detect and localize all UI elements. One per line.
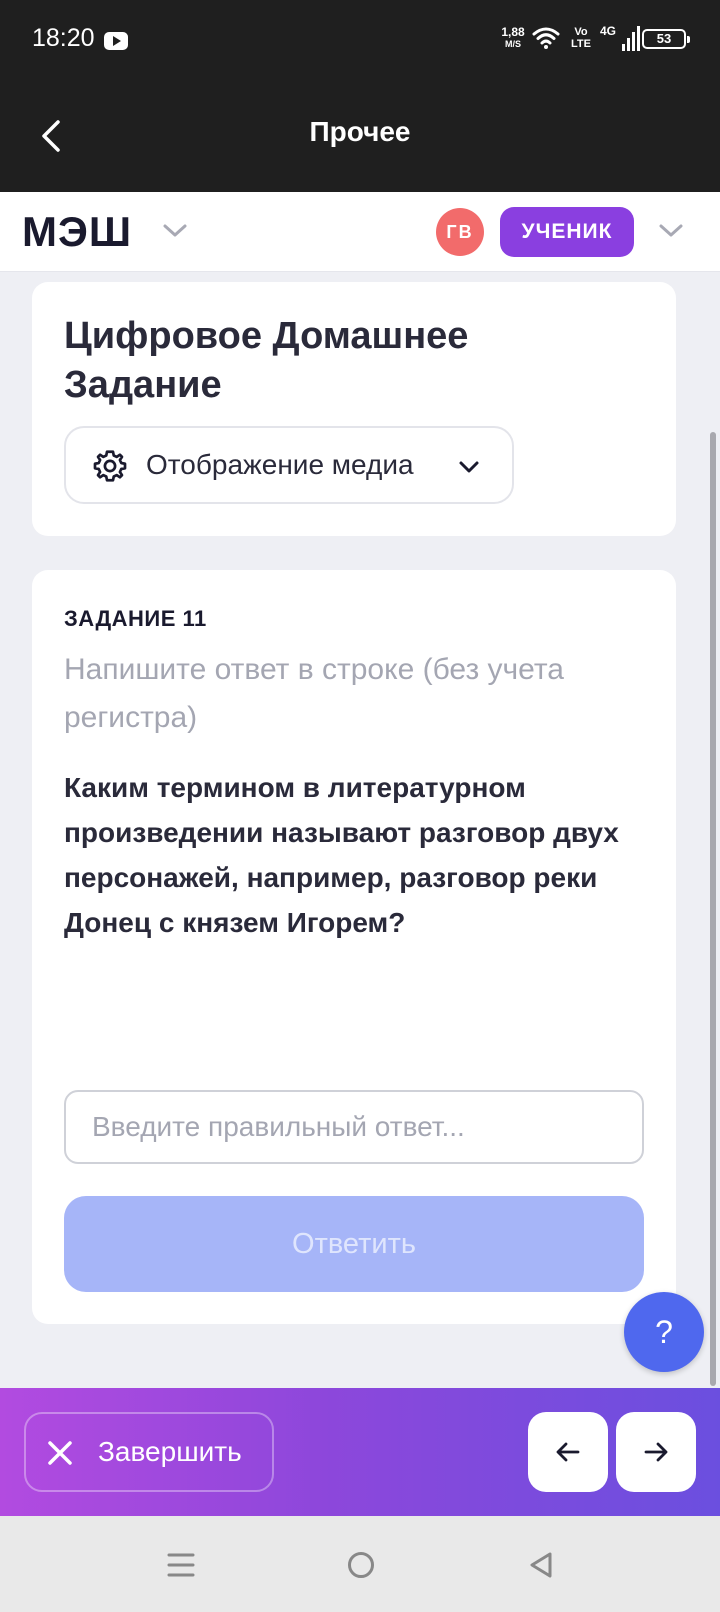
chevron-down-icon — [459, 461, 479, 473]
role-badge[interactable]: УЧЕНИК — [500, 207, 634, 257]
arrow-left-icon — [556, 1442, 580, 1462]
battery-level: 53 — [656, 31, 672, 46]
gear-icon — [93, 450, 127, 482]
home-icon[interactable] — [346, 1550, 376, 1580]
status-time: 18:20 — [32, 24, 95, 52]
task-instruction: Напишите ответ в строке (без учета регис… — [64, 653, 564, 734]
answer-input[interactable] — [64, 1090, 644, 1164]
volte-indicator: Vo LTE — [568, 26, 594, 50]
close-icon — [48, 1441, 72, 1465]
network-speed-unit: M/S — [504, 39, 521, 49]
signal-icon — [622, 26, 640, 51]
system-back-icon[interactable] — [526, 1550, 556, 1580]
arrow-right-icon — [644, 1442, 668, 1462]
youtube-icon — [104, 32, 128, 50]
recent-apps-icon[interactable] — [166, 1550, 196, 1580]
task-question: Каким термином в литературном произведен… — [64, 772, 619, 938]
page-title: Цифровое Домашнее Задание — [64, 315, 469, 406]
logo[interactable]: МЭШ — [22, 208, 132, 256]
battery-icon: 53 — [642, 29, 690, 49]
avatar[interactable]: ГВ — [436, 208, 484, 256]
volte-top: Vo — [574, 26, 588, 38]
next-task-button[interactable] — [616, 1412, 696, 1492]
chevron-down-icon[interactable] — [160, 218, 190, 242]
network-speed: 1,88 M/S — [496, 26, 530, 50]
finish-label: Завершить — [98, 1436, 242, 1467]
previous-task-button[interactable] — [528, 1412, 608, 1492]
network-speed-value: 1,88 — [501, 25, 525, 39]
task-number: ЗАДАНИЕ 11 — [64, 606, 207, 631]
help-button[interactable]: ? — [624, 1292, 704, 1372]
header-title: Прочее — [309, 116, 411, 147]
wifi-icon — [532, 27, 560, 49]
volte-bottom: LTE — [571, 38, 591, 50]
submit-answer-button[interactable]: Ответить — [64, 1196, 644, 1292]
media-toggle-label: Отображение медиа — [146, 449, 414, 480]
chevron-down-icon[interactable] — [656, 218, 686, 242]
scrollbar[interactable] — [710, 432, 716, 1386]
